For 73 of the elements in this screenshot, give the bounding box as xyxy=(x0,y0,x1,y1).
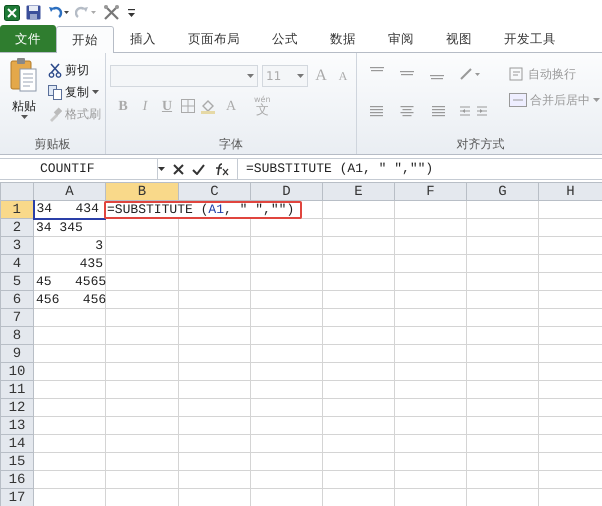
ribbon-tab[interactable]: 开发工具 xyxy=(488,25,572,52)
caret-icon xyxy=(593,98,600,102)
column-header[interactable]: A xyxy=(34,182,106,200)
row-header[interactable]: 6 xyxy=(0,290,34,308)
row-header[interactable]: 11 xyxy=(0,380,34,398)
tools-icon[interactable] xyxy=(103,4,121,21)
clipboard-icon xyxy=(10,57,38,93)
clipboard-item[interactable]: 剪切 xyxy=(48,61,101,79)
ribbon-tab[interactable]: 视图 xyxy=(430,25,488,52)
redo-icon[interactable] xyxy=(75,5,97,20)
cell-value: 34 434 xyxy=(36,201,100,218)
customize-dropdown-icon[interactable] xyxy=(127,6,136,18)
borders-icon[interactable] xyxy=(180,98,196,114)
function-icon[interactable] xyxy=(213,162,229,176)
caret-icon xyxy=(158,166,165,172)
cell-value: 456 456 xyxy=(36,292,103,308)
row-header[interactable]: 3 xyxy=(0,236,34,254)
group-label: 对齐方式 xyxy=(456,136,506,153)
column-header[interactable]: C xyxy=(178,182,250,200)
row-header[interactable]: 12 xyxy=(0,398,34,416)
cell-value: 435 xyxy=(78,256,103,272)
scissors-icon xyxy=(48,62,62,78)
column-header[interactable]: D xyxy=(250,182,322,200)
cell-value: 45 4565 xyxy=(36,274,103,290)
spreadsheet-app-icon xyxy=(4,4,20,20)
row-header[interactable]: 4 xyxy=(0,254,34,272)
merge-cells-icon xyxy=(509,92,527,108)
undo-icon[interactable] xyxy=(47,5,69,20)
row-header[interactable]: 10 xyxy=(0,362,34,380)
caret-icon xyxy=(92,90,99,94)
row-header[interactable]: 16 xyxy=(0,470,34,488)
enter-checkmark-icon[interactable] xyxy=(192,164,205,174)
cancel-icon[interactable] xyxy=(173,164,184,174)
row-header[interactable]: 14 xyxy=(0,434,34,452)
row-header[interactable]: 8 xyxy=(0,326,34,344)
column-header[interactable]: B xyxy=(106,182,178,200)
select-all-corner[interactable] xyxy=(0,182,34,200)
cell-edit-box[interactable]: =SUBSTITUTE (A1, " ","") xyxy=(104,201,302,219)
ribbon-tab[interactable]: 开始 xyxy=(56,26,114,53)
copy-icon xyxy=(48,84,62,100)
name-box[interactable]: COUNTIF xyxy=(0,159,158,179)
ribbon-tab[interactable]: 审阅 xyxy=(372,25,430,52)
ribbon-tab[interactable]: 插入 xyxy=(114,25,172,52)
row-header[interactable]: 17 xyxy=(0,488,34,506)
row-header[interactable]: 9 xyxy=(0,344,34,362)
row-header[interactable]: 13 xyxy=(0,416,34,434)
formula-input[interactable]: =SUBSTITUTE (A1, " ","") xyxy=(237,159,602,179)
caret-icon xyxy=(297,74,304,78)
clipboard-item[interactable]: 复制 xyxy=(48,83,101,101)
row-header[interactable]: 15 xyxy=(0,452,34,470)
paintbrush-icon xyxy=(48,106,62,122)
cell-value: 34 345 xyxy=(36,220,84,236)
row-header[interactable]: 1 xyxy=(0,200,34,218)
fill-bucket-icon[interactable] xyxy=(200,98,218,114)
caret-icon xyxy=(247,74,254,78)
ribbon-tab[interactable]: 文件 xyxy=(0,25,56,52)
save-icon[interactable] xyxy=(26,5,41,20)
ribbon-tab[interactable]: 页面布局 xyxy=(172,25,256,52)
group-label: 剪贴板 xyxy=(34,136,72,153)
paste-button[interactable]: 粘贴 xyxy=(4,57,44,134)
wrap-text-icon xyxy=(509,66,525,82)
column-header[interactable]: H xyxy=(538,182,602,200)
cell-value: 3 xyxy=(94,238,103,254)
ribbon-tab[interactable]: 数据 xyxy=(314,25,372,52)
row-header[interactable]: 5 xyxy=(0,272,34,290)
ribbon-tab[interactable]: 公式 xyxy=(256,25,314,52)
caret-icon xyxy=(20,115,28,120)
column-header[interactable]: G xyxy=(466,182,538,200)
row-header[interactable]: 7 xyxy=(0,308,34,326)
group-label: 字体 xyxy=(218,136,244,153)
column-header[interactable]: F xyxy=(394,182,466,200)
row-header[interactable]: 2 xyxy=(0,218,34,236)
column-header[interactable]: E xyxy=(322,182,394,200)
